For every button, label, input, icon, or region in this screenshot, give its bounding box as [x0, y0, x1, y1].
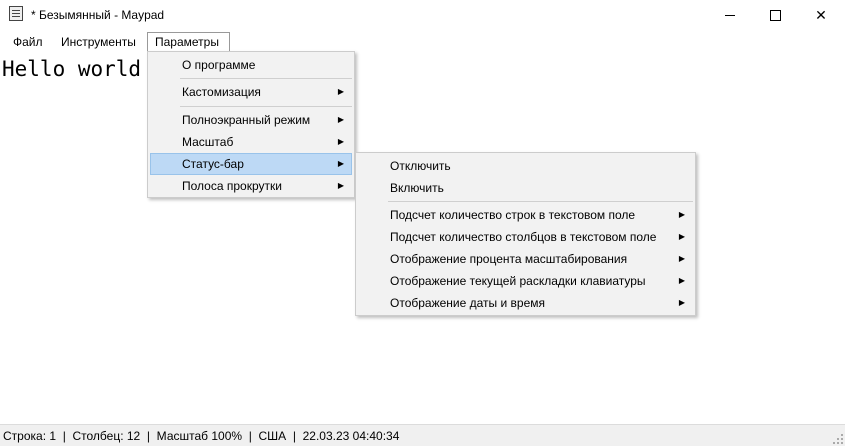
menu-item-label: Подсчет количество столбцов в текстовом … [390, 230, 657, 244]
resize-grip-icon[interactable] [831, 432, 843, 444]
notepad-icon[interactable] [9, 6, 23, 21]
submenu-arrow-icon: ▶ [678, 210, 685, 219]
close-button[interactable]: ✕ [798, 0, 844, 30]
submenu-arrow-icon: ▶ [678, 232, 685, 241]
menu-item-column-count[interactable]: Подсчет количество столбцов в текстовом … [358, 226, 693, 248]
menu-item-label: Полноэкранный режим [182, 113, 311, 127]
menu-item-label: Включить [390, 181, 444, 195]
menu-item-date-time[interactable]: Отображение даты и время ▶ [358, 292, 693, 314]
menu-item-customization[interactable]: Кастомизация ▶ [150, 81, 352, 103]
status-bar: Строка: 1 | Столбец: 12 | Масштаб 100% |… [0, 424, 845, 446]
menu-tools[interactable]: Инструменты [54, 32, 143, 52]
menu-item-label: Подсчет количество строк в текстовом пол… [390, 208, 636, 222]
window-title: * Безымянный - Maypad [31, 8, 165, 22]
menu-item-statusbar[interactable]: Статус-бар ▶ [150, 153, 352, 175]
menu-item-about[interactable]: О программе [150, 54, 352, 76]
menu-file[interactable]: Файл [6, 32, 50, 52]
submenu-arrow-icon: ▶ [337, 137, 344, 146]
menu-bar: Файл Инструменты Параметры [0, 31, 845, 53]
menu-item-label: Кастомизация [182, 85, 261, 99]
menu-item-label: Отображение процента масштабирования [390, 252, 628, 266]
menu-item-zoom[interactable]: Масштаб ▶ [150, 131, 352, 153]
parameters-menu: О программе Кастомизация ▶ Полноэкранный… [147, 51, 355, 198]
menu-item-fullscreen[interactable]: Полноэкранный режим ▶ [150, 109, 352, 131]
menu-item-label: О программе [182, 58, 256, 72]
menu-item-label: Отображение даты и время [390, 296, 546, 310]
minimize-icon [725, 14, 735, 16]
submenu-arrow-icon: ▶ [337, 115, 344, 124]
menu-item-label: Статус-бар [182, 157, 244, 171]
maximize-icon [769, 9, 781, 21]
menu-item-label: Отключить [390, 159, 451, 173]
menu-item-label: Полоса прокрутки [182, 179, 282, 193]
menu-item-scrollbar[interactable]: Полоса прокрутки ▶ [150, 175, 352, 197]
submenu-arrow-icon: ▶ [337, 87, 344, 96]
menu-item-zoom-percent[interactable]: Отображение процента масштабирования ▶ [358, 248, 693, 270]
submenu-arrow-icon: ▶ [337, 181, 344, 190]
submenu-arrow-icon: ▶ [678, 254, 685, 263]
menu-parameters[interactable]: Параметры [147, 32, 230, 52]
menu-item-enable[interactable]: Включить [358, 177, 693, 199]
menu-separator [180, 106, 352, 107]
menu-item-line-count[interactable]: Подсчет количество строк в текстовом пол… [358, 204, 693, 226]
menu-separator [388, 201, 693, 202]
statusbar-submenu: Отключить Включить Подсчет количество ст… [355, 152, 696, 316]
title-bar: * Безымянный - Maypad ✕ [0, 0, 845, 30]
menu-item-keyboard-layout[interactable]: Отображение текущей раскладки клавиатуры… [358, 270, 693, 292]
menu-separator [180, 78, 352, 79]
close-icon: ✕ [815, 6, 827, 23]
minimize-button[interactable] [707, 0, 753, 30]
editor-content[interactable]: Hello world [2, 57, 141, 81]
maximize-button[interactable] [752, 0, 798, 30]
submenu-arrow-icon: ▶ [337, 159, 344, 168]
menu-item-label: Отображение текущей раскладки клавиатуры [390, 274, 646, 288]
submenu-arrow-icon: ▶ [678, 276, 685, 285]
menu-item-label: Масштаб [182, 135, 234, 149]
submenu-arrow-icon: ▶ [678, 298, 685, 307]
status-text: Строка: 1 | Столбец: 12 | Масштаб 100% |… [3, 429, 400, 443]
menu-item-disable[interactable]: Отключить [358, 155, 693, 177]
